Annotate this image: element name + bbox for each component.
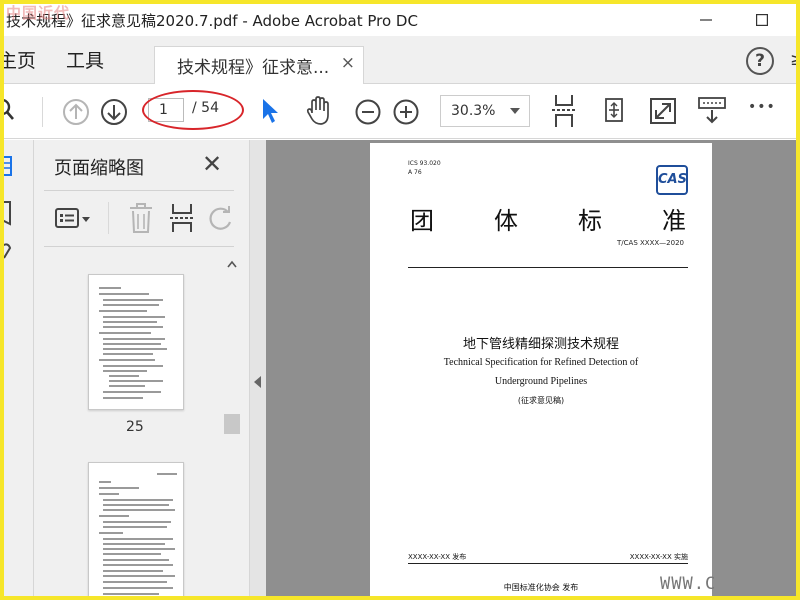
chinese-title: 地下管线精细探测技术规程 — [462, 337, 619, 352]
minimize-button[interactable] — [684, 4, 728, 36]
cas-logo: CAS — [656, 165, 688, 195]
tab-document[interactable]: 技术规程》征求意... × — [154, 46, 364, 84]
scroll-up-icon[interactable] — [227, 260, 237, 268]
publish-date: XXXX-XX-XX 发布 — [408, 553, 467, 561]
thumbnail-page-number: 25 — [126, 419, 144, 435]
collapse-left-icon[interactable] — [254, 376, 261, 388]
ics-code: ICS 93.020 A 76 — [408, 160, 441, 176]
zoom-value: 30.3% — [451, 103, 496, 119]
next-page-icon[interactable] — [100, 98, 128, 126]
page-thumbnail-25[interactable] — [88, 274, 184, 410]
minimize-icon — [700, 19, 712, 21]
document-view[interactable]: ICS 93.020 A 76 CAS 团 体 标 准 T/CAS XXXX—2… — [266, 140, 796, 596]
watermark-url: WWW.C — [660, 574, 717, 594]
close-panel-button[interactable]: ✕ — [202, 150, 222, 178]
divider-line — [408, 267, 688, 268]
watermark-text: 中国近代 — [6, 4, 71, 22]
thumbnail-options-icon[interactable] — [54, 206, 94, 232]
title-char: 体 — [494, 207, 518, 235]
hand-tool-icon[interactable] — [304, 95, 334, 127]
rotate-page-icon[interactable] — [208, 204, 236, 232]
collapse-panel-strip[interactable] — [250, 140, 266, 596]
title-char: 标 — [578, 207, 602, 235]
thumbnail-scrollbar[interactable] — [224, 254, 240, 596]
fit-page-icon[interactable] — [550, 93, 578, 129]
full-screen-icon[interactable] — [649, 96, 677, 126]
delete-page-icon[interactable] — [126, 202, 156, 234]
chevron-down-icon — [510, 108, 520, 114]
implement-date: XXXX-XX-XX 实施 — [629, 553, 688, 561]
panel-divider — [44, 246, 234, 247]
page-thumbnails-panel: 页面缩略图 ✕ 25 — [34, 140, 250, 596]
page-thumbnail-26[interactable] — [88, 462, 184, 596]
english-title-line2: Underground Pipelines — [494, 376, 588, 387]
zoom-select[interactable]: 30.3% — [440, 95, 530, 127]
scrollbar-thumb[interactable] — [224, 414, 240, 434]
zoom-out-icon[interactable] — [354, 98, 382, 126]
rotate-fit-icon[interactable] — [600, 95, 628, 127]
red-highlight-ellipse — [142, 90, 244, 130]
maximize-button[interactable] — [740, 4, 784, 36]
standard-code: T/CAS XXXX—2020 — [617, 239, 684, 247]
help-button[interactable]: ? — [746, 47, 774, 75]
english-title-line1: Technical Specification for Refined Dete… — [443, 357, 639, 368]
title-bar: 技术规程》征求意见稿2020.7.pdf - Adobe Acrobat Pro… — [4, 4, 796, 36]
select-cursor-icon[interactable] — [260, 97, 280, 125]
insert-page-icon[interactable] — [168, 202, 196, 234]
search-icon[interactable] — [0, 97, 20, 125]
close-tab-button[interactable]: × — [341, 53, 355, 73]
maximize-icon — [756, 14, 768, 26]
zoom-in-icon[interactable] — [392, 98, 420, 126]
sign-in-stub[interactable]: ≥ — [790, 50, 796, 70]
tab-bar: 主页 工具 技术规程》征求意... × — [4, 36, 796, 84]
bookmark-icon[interactable] — [0, 200, 16, 226]
page-thumbnails-icon[interactable] — [0, 156, 18, 178]
title-char: 团 — [410, 207, 434, 235]
tab-tools[interactable]: 工具 — [66, 46, 104, 73]
left-navigation-rail — [4, 140, 34, 596]
previous-page-icon[interactable] — [62, 98, 90, 126]
draft-label: (征求意见稿) — [517, 396, 565, 405]
app-window: 技术规程》征求意见稿2020.7.pdf - Adobe Acrobat Pro… — [0, 0, 800, 600]
panel-title: 页面缩略图 — [54, 158, 144, 179]
panel-divider — [44, 190, 234, 191]
panel-separator — [108, 202, 109, 234]
divider-line — [408, 563, 688, 564]
scroll-mode-icon[interactable] — [697, 95, 727, 127]
standard-type-title: 团 体 标 准 — [410, 201, 686, 236]
more-tools-button[interactable]: ••• — [748, 99, 776, 115]
toolbar: 1 / 54 30.3% ••• — [4, 85, 796, 139]
title-char: 准 — [662, 207, 686, 235]
attachment-icon[interactable] — [0, 242, 16, 262]
document-page: ICS 93.020 A 76 CAS 团 体 标 准 T/CAS XXXX—2… — [370, 143, 712, 596]
toolbar-separator — [42, 97, 43, 127]
document-tab-label: 技术规程》征求意... — [177, 58, 330, 78]
tab-home[interactable]: 主页 — [4, 46, 36, 73]
